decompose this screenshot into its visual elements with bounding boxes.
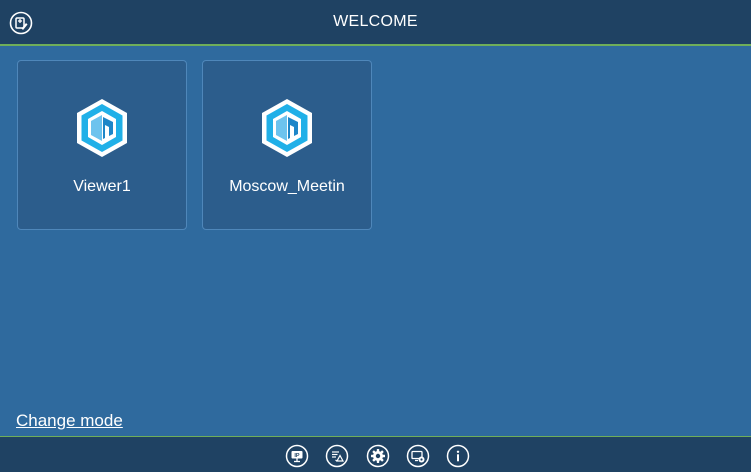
change-mode-link[interactable]: Change mode: [16, 411, 123, 431]
svg-text:IP: IP: [294, 453, 300, 459]
hexagon-logo-icon: [259, 97, 315, 159]
ip-presentation-icon[interactable]: IP: [285, 444, 309, 468]
room-tile-viewer1[interactable]: Viewer1: [17, 60, 187, 230]
room-label: Viewer1: [73, 178, 131, 195]
info-icon[interactable]: [446, 444, 470, 468]
display-settings-icon[interactable]: [406, 444, 430, 468]
top-bar: WELCOME: [0, 0, 751, 46]
bottom-toolbar: IP: [0, 436, 751, 472]
room-label: Moscow_Meetin: [229, 178, 345, 195]
page-title: WELCOME: [333, 13, 418, 30]
room-tile-moscow-meeting[interactable]: Moscow_Meetin: [202, 60, 372, 230]
annotation-icon[interactable]: [325, 444, 349, 468]
main-area: Viewer1 Moscow_Meetin: [0, 46, 751, 436]
settings-gear-icon[interactable]: [366, 444, 390, 468]
hexagon-logo-icon: [74, 97, 130, 159]
